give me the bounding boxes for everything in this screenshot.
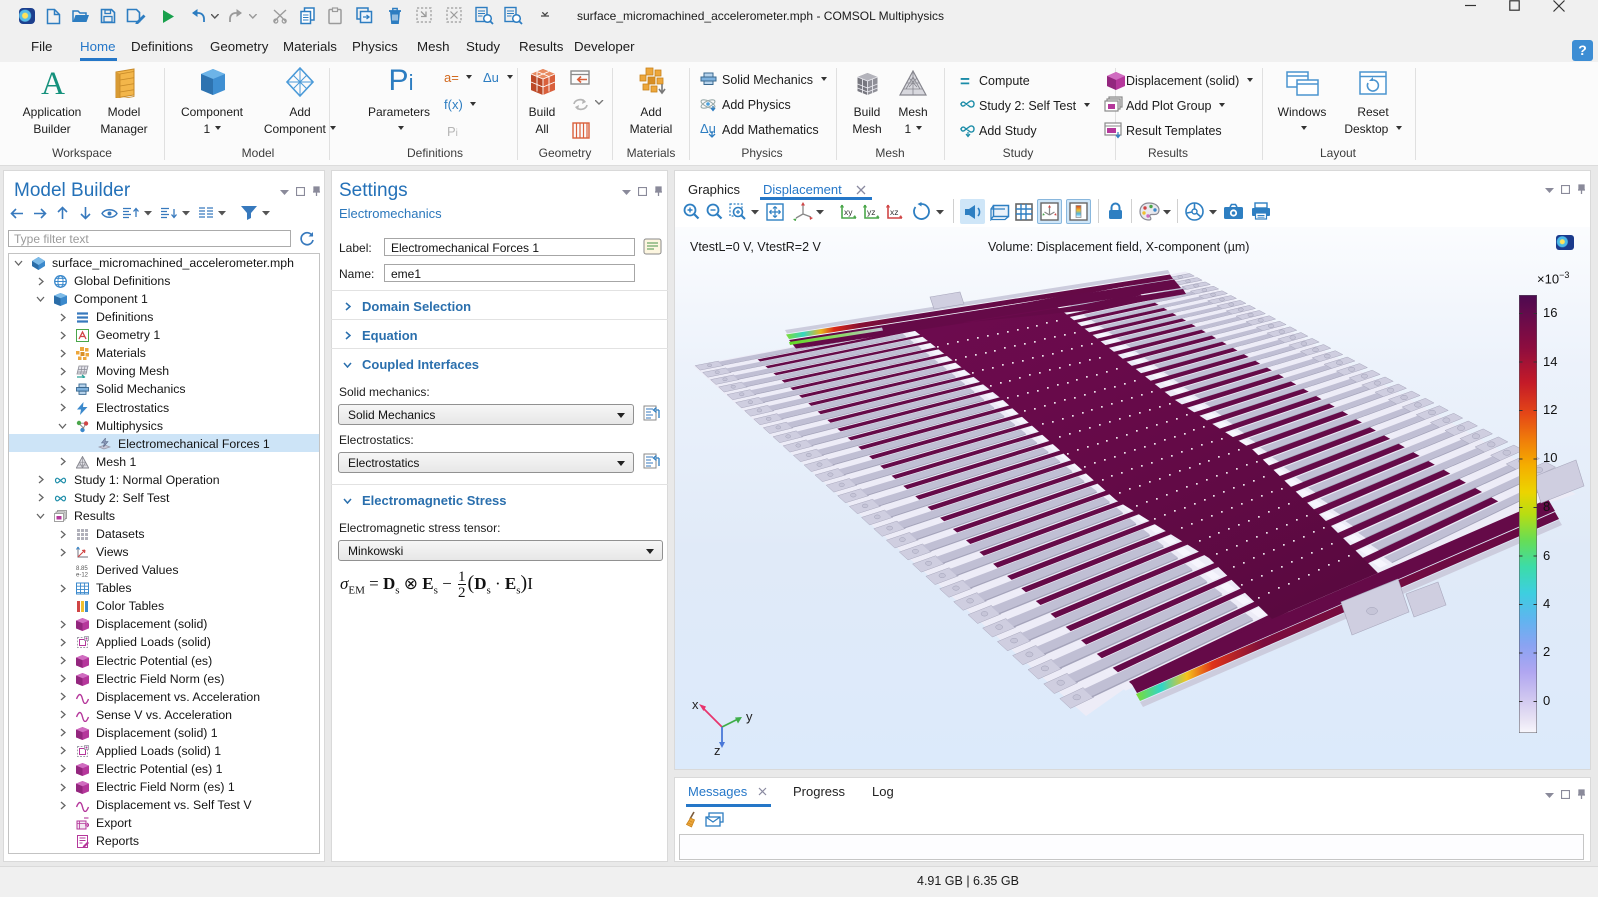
svg-text:z: z	[714, 743, 721, 758]
svg-text:yz: yz	[867, 207, 876, 217]
svg-text:y: y	[746, 709, 753, 724]
svg-text:xz: xz	[890, 207, 899, 217]
svg-text:8.85: 8.85	[76, 566, 88, 572]
svg-text:e-12: e-12	[76, 573, 89, 578]
svg-text:x: x	[692, 697, 699, 712]
svg-text:xy: xy	[844, 207, 853, 217]
